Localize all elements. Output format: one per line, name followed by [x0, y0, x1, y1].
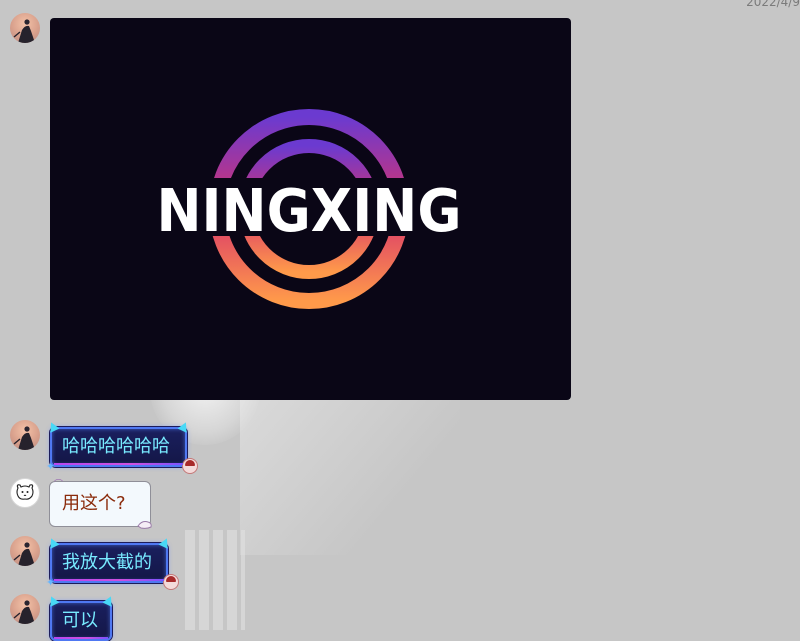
image-message[interactable]: NINGXING: [50, 18, 571, 400]
sparkle-icon: ✦: [46, 460, 56, 473]
bubble-ear-icon: [46, 594, 60, 607]
silhouette-icon: [13, 542, 35, 566]
logo-text: NINGXING: [157, 176, 462, 245]
background-books-decoration: [185, 530, 245, 630]
sparkle-icon: ✦: [46, 576, 56, 589]
self-avatar[interactable]: [10, 420, 40, 450]
self-avatar[interactable]: [10, 536, 40, 566]
message-text: 用这个?: [62, 493, 126, 514]
bubble-ear-icon: [177, 420, 191, 433]
silhouette-icon: [13, 426, 35, 450]
hand-sticker-icon: [137, 521, 152, 529]
bubble-corner-icon: ⌒: [54, 480, 64, 490]
silhouette-icon: [13, 19, 35, 43]
message-bubble[interactable]: 我放大截的 ✦: [46, 536, 179, 590]
dog-icon: [16, 484, 34, 500]
self-avatar[interactable]: [10, 594, 40, 624]
bubble-ear-icon: [102, 594, 116, 607]
message-timestamp: 2022/4/9: [746, 0, 800, 9]
message-text: 我放大截的: [62, 552, 152, 573]
message-bubble[interactable]: 可以: [46, 594, 116, 641]
message-bubble[interactable]: ⌒ 用这个?: [49, 480, 152, 529]
bubble-ear-icon: [158, 536, 172, 549]
background-light-beam: [240, 395, 460, 555]
ningxing-logo-image: NINGXING: [140, 109, 480, 309]
anime-sticker-icon: [182, 458, 198, 474]
message-text: 可以: [62, 610, 98, 631]
message-text: 哈哈哈哈哈哈: [62, 436, 170, 457]
self-avatar[interactable]: [10, 13, 40, 43]
other-avatar[interactable]: [10, 478, 40, 508]
message-bubble[interactable]: 哈哈哈哈哈哈 ✦: [46, 420, 198, 474]
anime-sticker-icon: [163, 574, 179, 590]
bubble-ear-icon: [46, 536, 60, 549]
bubble-ear-icon: [46, 420, 60, 433]
silhouette-icon: [13, 600, 35, 624]
